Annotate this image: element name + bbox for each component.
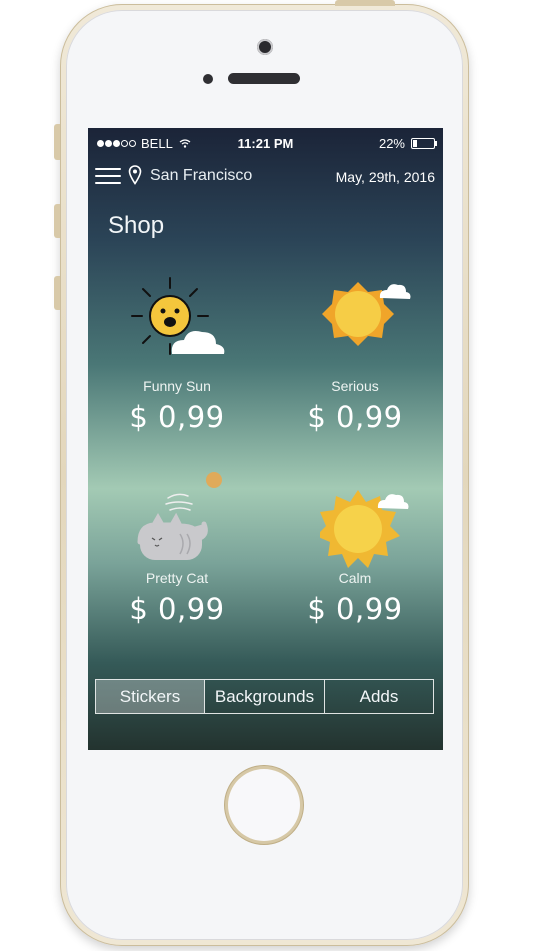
page-title: Shop [108,212,165,239]
calm-sun-sticker-icon [320,490,409,568]
volume-down-button [54,276,60,310]
location-pin-icon [128,165,142,185]
shop-item-serious[interactable]: Serious $ 0,99 [266,276,443,434]
shop-item-funny-sun[interactable]: Funny Sun $ 0,99 [88,276,266,434]
location-city[interactable]: San Francisco [150,167,252,185]
item-name: Pretty Cat [145,570,209,586]
item-name: Funny Sun [143,378,211,394]
item-price: $ 0,99 [307,400,403,434]
category-tab-bar: Stickers Backgrounds Adds [95,679,434,714]
home-button[interactable] [228,769,300,841]
shop-item-pretty-cat[interactable]: Pretty Cat $ 0,99 [88,468,266,626]
item-price: $ 0,99 [129,400,225,434]
battery-fill [413,140,417,147]
current-date: May, 29th, 2016 [335,169,435,185]
volume-up-button [54,204,60,238]
item-price: $ 0,99 [307,592,403,626]
item-price: $ 0,99 [129,592,225,626]
app-screen: BELL 11:21 PM 22% San Francisco May, 29t… [88,128,443,750]
power-button [335,0,395,6]
tab-backgrounds[interactable]: Backgrounds [204,680,324,713]
tab-stickers[interactable]: Stickers [96,680,204,713]
battery-icon [411,138,437,149]
status-bar: BELL 11:21 PM 22% [88,128,443,156]
tab-adds[interactable]: Adds [324,680,433,713]
item-name: Serious [331,378,379,394]
proximity-sensor [203,74,213,84]
mute-switch [54,124,60,160]
earpiece-speaker [228,73,300,84]
funny-sun-sticker-icon [131,277,225,355]
hamburger-menu-icon[interactable] [95,168,121,186]
shop-item-calm[interactable]: Calm $ 0,99 [266,468,443,626]
front-camera [257,39,273,55]
pretty-cat-sticker-icon [137,472,222,560]
battery-percent: 22% [378,136,405,151]
top-nav-bar: San Francisco May, 29th, 2016 [88,162,443,192]
serious-sun-sticker-icon [322,282,411,346]
